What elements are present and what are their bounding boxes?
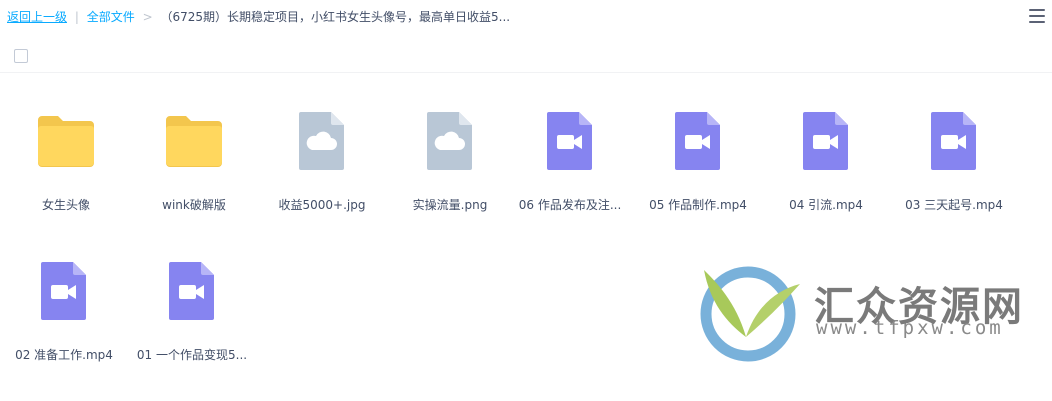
file-name: 05 作品制作.mp4 xyxy=(649,198,747,212)
list-menu-icon[interactable] xyxy=(1029,9,1045,23)
watermark-logo-icon xyxy=(700,266,800,362)
video-file-icon xyxy=(803,112,848,170)
file-name: 03 三天起号.mp4 xyxy=(905,198,1003,212)
file-name: 女生头像 xyxy=(41,198,90,212)
file-item[interactable]: 实操流量.png xyxy=(386,76,514,218)
file-name: wink破解版 xyxy=(162,198,226,212)
file-item[interactable]: 收益5000+.jpg xyxy=(258,76,386,218)
file-name: 04 引流.mp4 xyxy=(789,198,863,212)
breadcrumb: 返回上一级 | 全部文件 > （6725期）长期稳定项目，小红书女生头像号，最高… xyxy=(7,9,510,25)
chevron-right-icon: > xyxy=(142,10,153,24)
file-item[interactable]: 02 准备工作.mp4 xyxy=(0,226,128,368)
file-name: 实操流量.png xyxy=(412,198,488,212)
video-file-icon xyxy=(547,112,592,170)
file-item[interactable]: 01 一个作品变现5... xyxy=(128,226,256,368)
file-name: 收益5000+.jpg xyxy=(278,198,366,212)
watermark: 汇众资源网 www.tfpxw.com xyxy=(696,262,1022,362)
watermark-url: www.tfpxw.com xyxy=(816,317,1004,339)
folder-icon xyxy=(38,116,94,167)
select-all-checkbox[interactable] xyxy=(14,49,28,63)
file-item[interactable]: wink破解版 xyxy=(130,76,258,218)
file-name: 01 一个作品变现5... xyxy=(136,348,248,362)
breadcrumb-separator: | xyxy=(74,10,79,24)
watermark-title: 汇众资源网 xyxy=(814,283,1024,330)
file-name: 02 准备工作.mp4 xyxy=(15,348,113,362)
video-file-icon xyxy=(931,112,976,170)
file-item[interactable]: 05 作品制作.mp4 xyxy=(634,76,762,218)
video-file-icon xyxy=(41,262,86,320)
breadcrumb-root-link[interactable]: 全部文件 xyxy=(87,10,135,24)
file-name: 06 作品发布及注... xyxy=(518,198,622,212)
image-file-icon xyxy=(427,112,472,170)
select-bar xyxy=(0,38,1052,73)
folder-icon xyxy=(166,116,222,167)
file-item[interactable]: 女生头像 xyxy=(2,76,130,218)
file-item[interactable]: 06 作品发布及注... xyxy=(506,76,634,218)
file-item[interactable]: 03 三天起号.mp4 xyxy=(890,76,1018,218)
video-file-icon xyxy=(169,262,214,320)
file-item[interactable]: 04 引流.mp4 xyxy=(762,76,890,218)
top-bar: 返回上一级 | 全部文件 > （6725期）长期稳定项目，小红书女生头像号，最高… xyxy=(0,0,1052,34)
video-file-icon xyxy=(675,112,720,170)
back-link[interactable]: 返回上一级 xyxy=(7,10,67,24)
breadcrumb-current: （6725期）长期稳定项目，小红书女生头像号，最高单日收益5... xyxy=(160,10,511,24)
image-file-icon xyxy=(299,112,344,170)
